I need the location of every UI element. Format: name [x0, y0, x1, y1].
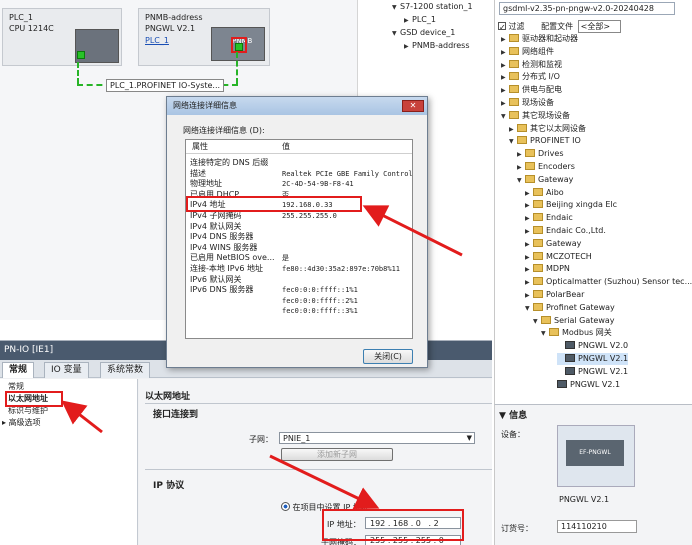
- annotation-arrows: [61, 205, 463, 510]
- arrow-to-ip-field: [269, 454, 380, 510]
- arrow-to-ipv4: [362, 205, 463, 257]
- arrow-to-nav: [61, 400, 103, 434]
